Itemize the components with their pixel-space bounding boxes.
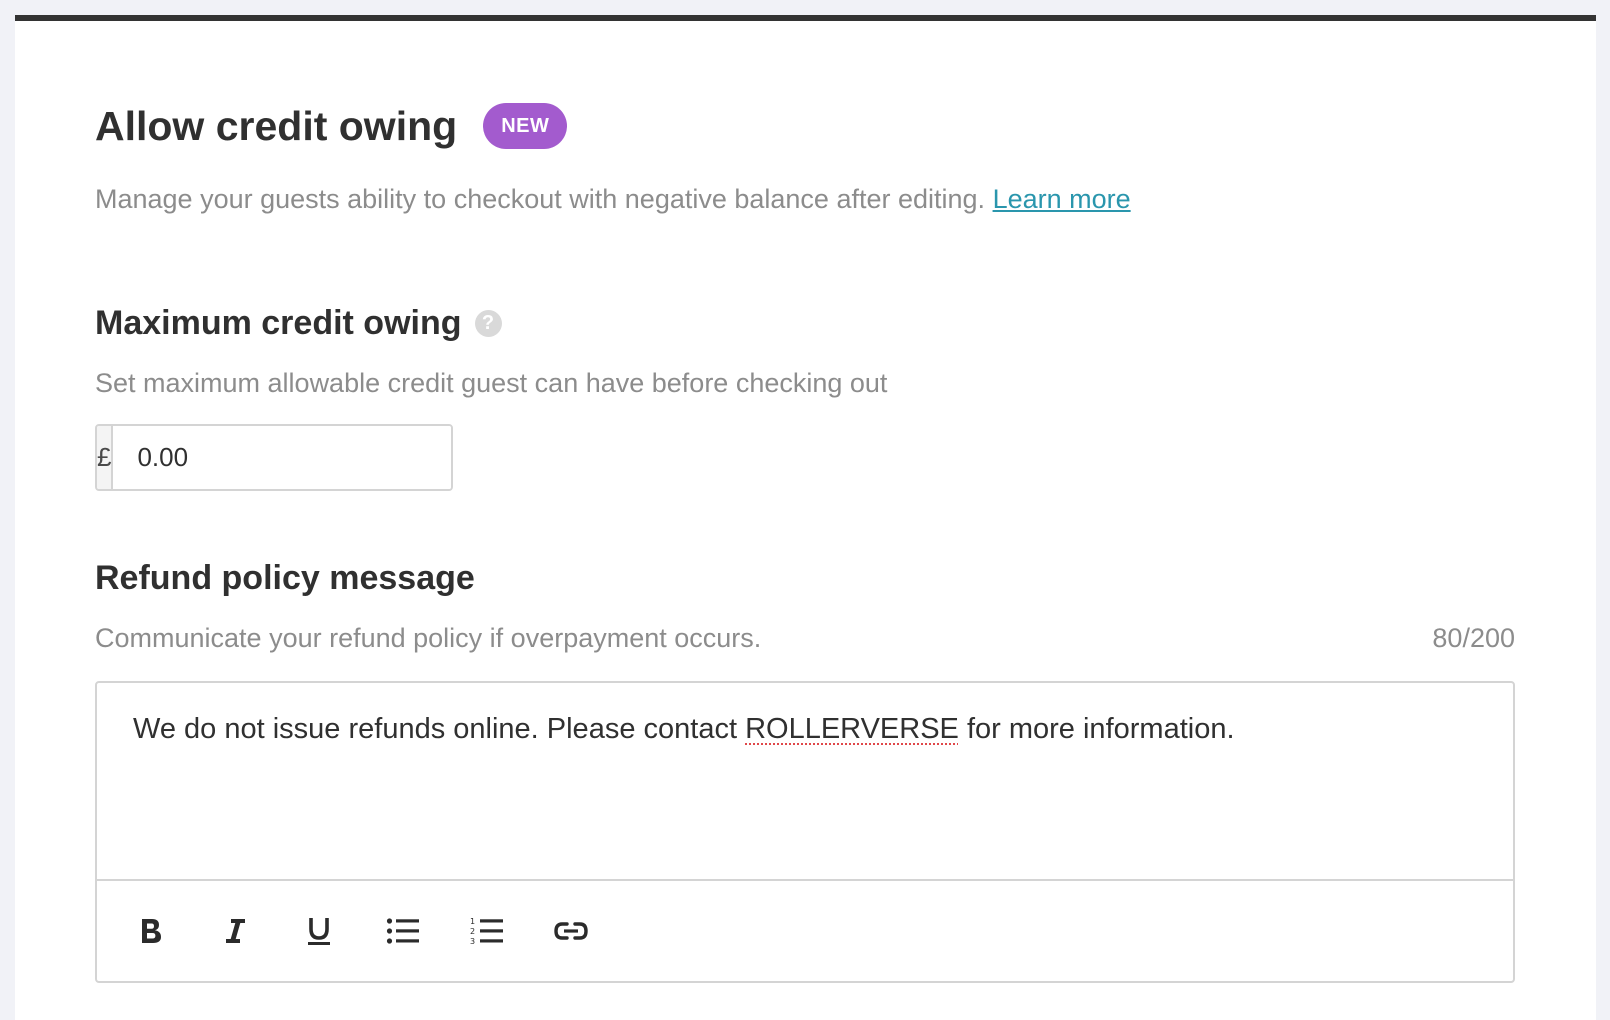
link-icon: [554, 922, 588, 940]
link-button[interactable]: [547, 907, 595, 955]
bold-button[interactable]: [127, 907, 175, 955]
message-text-end: for more information.: [958, 713, 1235, 745]
svg-text:2: 2: [470, 927, 475, 936]
max-credit-title: Maximum credit owing: [95, 304, 462, 342]
underline-button[interactable]: [295, 907, 343, 955]
editor-toolbar: 1 2 3: [97, 881, 1513, 981]
svg-text:3: 3: [470, 937, 475, 946]
refund-policy-description: Communicate your refund policy if overpa…: [95, 623, 762, 653]
max-credit-title-row: Maximum credit owing ?: [95, 302, 502, 344]
numbered-list-icon: 1 2 3: [470, 917, 503, 946]
currency-prefix: £: [97, 426, 114, 489]
subtitle-text: Manage your guests ability to checkout w…: [95, 184, 986, 214]
spellcheck-flagged-word: ROLLERVERSE: [745, 713, 959, 745]
italic-icon: [226, 919, 245, 943]
refund-policy-editor: We do not issue refunds online. Please c…: [95, 681, 1515, 983]
message-text-start: We do not issue refunds online. Please c…: [133, 713, 746, 745]
help-icon[interactable]: ?: [474, 309, 502, 337]
bold-icon: [142, 919, 161, 943]
learn-more-link[interactable]: Learn more: [993, 184, 1131, 214]
bullet-list-button[interactable]: [379, 907, 427, 955]
new-badge: NEW: [483, 103, 568, 149]
max-credit-input[interactable]: [113, 426, 451, 489]
italic-button[interactable]: [211, 907, 259, 955]
numbered-list-button[interactable]: 1 2 3: [463, 907, 511, 955]
underline-icon: [308, 918, 330, 945]
settings-panel: Allow credit owing NEW Manage your guest…: [15, 15, 1596, 1020]
refund-policy-title: Refund policy message: [95, 559, 475, 597]
max-credit-input-group: £: [95, 424, 453, 491]
page-title: Allow credit owing: [95, 103, 458, 149]
bullet-list-icon: [386, 918, 419, 944]
editor-text-area[interactable]: We do not issue refunds online. Please c…: [97, 683, 1513, 881]
page-subtitle: Manage your guests ability to checkout w…: [95, 181, 1131, 217]
title-row: Allow credit owing NEW: [95, 101, 568, 151]
character-counter: 80/200: [1432, 623, 1515, 653]
svg-text:1: 1: [470, 917, 475, 926]
max-credit-description: Set maximum allowable credit guest can h…: [95, 368, 888, 398]
